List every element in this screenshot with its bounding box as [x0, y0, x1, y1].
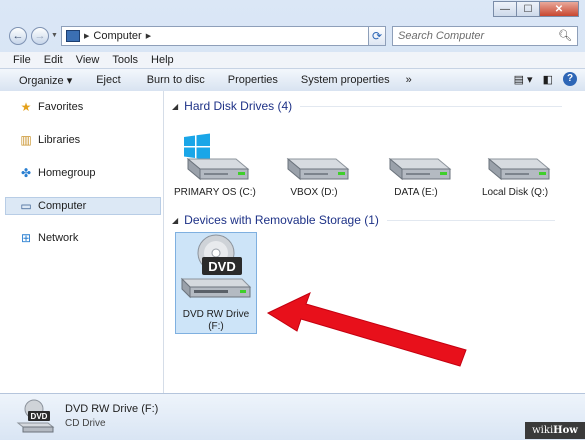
watermark-wiki: wiki: [532, 425, 554, 436]
details-pane: DVD DVD RW Drive (F:) CD Drive: [0, 393, 585, 440]
selected-item-type: CD Drive: [65, 418, 106, 429]
red-arrow-annotation: [266, 292, 467, 367]
dvd-badge: DVD: [31, 412, 48, 421]
selected-item-name: DVD RW Drive (F:): [65, 403, 159, 415]
wikihow-watermark: wiki How: [525, 422, 585, 439]
explorer-window: — ☐ ✕ ← → ▼ ▶ Computer ▶ ▼ ⟳ Search Comp…: [0, 0, 585, 440]
dvd-drive-icon: DVD: [16, 399, 55, 433]
watermark-how: How: [553, 425, 578, 436]
